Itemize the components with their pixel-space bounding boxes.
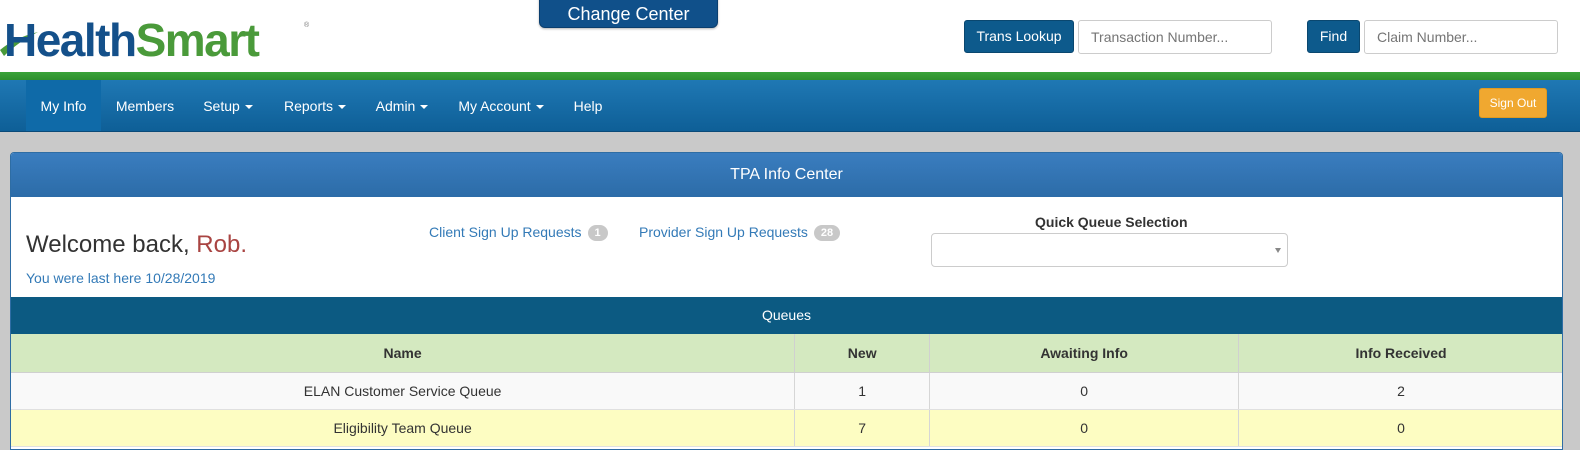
client-count-badge: 1 [587,225,608,241]
queue-new-cell[interactable]: 1 [794,372,931,410]
transaction-number-input[interactable] [1078,20,1272,54]
chevron-down-icon [535,105,544,110]
sign-out-button[interactable]: Sign Out [1479,88,1547,118]
nav-reports-label: Reports [283,98,334,114]
logo-smart: Smart [135,14,260,66]
nav-help-label: Help [573,98,603,114]
table-row[interactable]: Eligibility Team Queue 7 0 0 [11,409,1562,447]
queues-title: Queues [11,297,1562,334]
header: HealthSmart ® Change Center Trans Lookup… [0,0,1580,72]
nav-members[interactable]: Members [106,80,184,131]
trans-lookup-button[interactable]: Trans Lookup [964,20,1074,53]
welcome-prefix: Welcome back, [26,231,190,258]
nav-reports[interactable]: Reports [274,80,356,131]
queue-new-cell[interactable]: 7 [794,409,931,447]
change-center-button[interactable]: Change Center [539,0,718,28]
nav-admin[interactable]: Admin [366,80,438,131]
nav-setup-label: Setup [203,98,240,114]
client-sign-up-label: Client Sign Up Requests [429,224,582,240]
healthsmart-logo[interactable]: HealthSmart ® [0,10,320,64]
nav-setup[interactable]: Setup [192,80,264,131]
nav-admin-label: Admin [375,98,416,114]
quick-queue-label: Quick Queue Selection [1035,214,1188,230]
tpa-info-center-panel: TPA Info Center Welcome back, Rob. You w… [10,152,1563,450]
navbar: My Info Members Setup Reports Admin My A… [0,80,1580,132]
panel-title: TPA Info Center [11,153,1562,197]
header-green-bar [0,72,1580,80]
registered-icon: ® [304,22,310,29]
find-button[interactable]: Find [1307,20,1360,53]
chevron-down-icon [338,105,347,110]
logo-text: HealthSmart [4,14,260,66]
column-header-name[interactable]: Name [11,334,796,373]
queue-name-cell[interactable]: Eligibility Team Queue [11,409,796,447]
client-sign-up-requests-link[interactable]: Client Sign Up Requests 1 [429,224,608,241]
nav-my-account[interactable]: My Account [448,80,554,131]
quick-queue-select[interactable] [931,233,1288,267]
column-header-awaiting-info[interactable]: Awaiting Info [929,334,1240,373]
dropdown-arrow-icon [1275,248,1281,253]
provider-sign-up-requests-link[interactable]: Provider Sign Up Requests 28 [639,224,841,241]
queue-awaiting-cell[interactable]: 0 [929,372,1240,410]
nav-my-info[interactable]: My Info [26,80,101,131]
provider-count-badge: 28 [813,225,841,241]
provider-sign-up-label: Provider Sign Up Requests [639,224,808,240]
column-header-new[interactable]: New [794,334,931,373]
chevron-down-icon [244,105,253,110]
column-header-info-received[interactable]: Info Received [1238,334,1562,373]
welcome-message: Welcome back, Rob. [26,231,247,259]
claim-number-input[interactable] [1364,20,1558,54]
queue-received-cell[interactable]: 0 [1238,409,1562,447]
queues-table: Name New Awaiting Info Info Received ELA… [11,334,1562,447]
nav-my-info-label: My Info [40,98,87,114]
queue-name-cell[interactable]: ELAN Customer Service Queue [11,372,796,410]
nav-help[interactable]: Help [564,80,612,131]
welcome-name: Rob. [196,231,247,258]
nav-members-label: Members [115,98,175,114]
queue-awaiting-cell[interactable]: 0 [929,409,1240,447]
logo-health: Health [4,14,137,66]
chevron-down-icon [420,105,429,110]
queue-received-cell[interactable]: 2 [1238,372,1562,410]
table-row[interactable]: ELAN Customer Service Queue 1 0 2 [11,372,1562,410]
last-visit-text: You were last here 10/28/2019 [26,270,216,286]
table-header-row: Name New Awaiting Info Info Received [11,334,1562,373]
nav-my-account-label: My Account [458,98,531,114]
